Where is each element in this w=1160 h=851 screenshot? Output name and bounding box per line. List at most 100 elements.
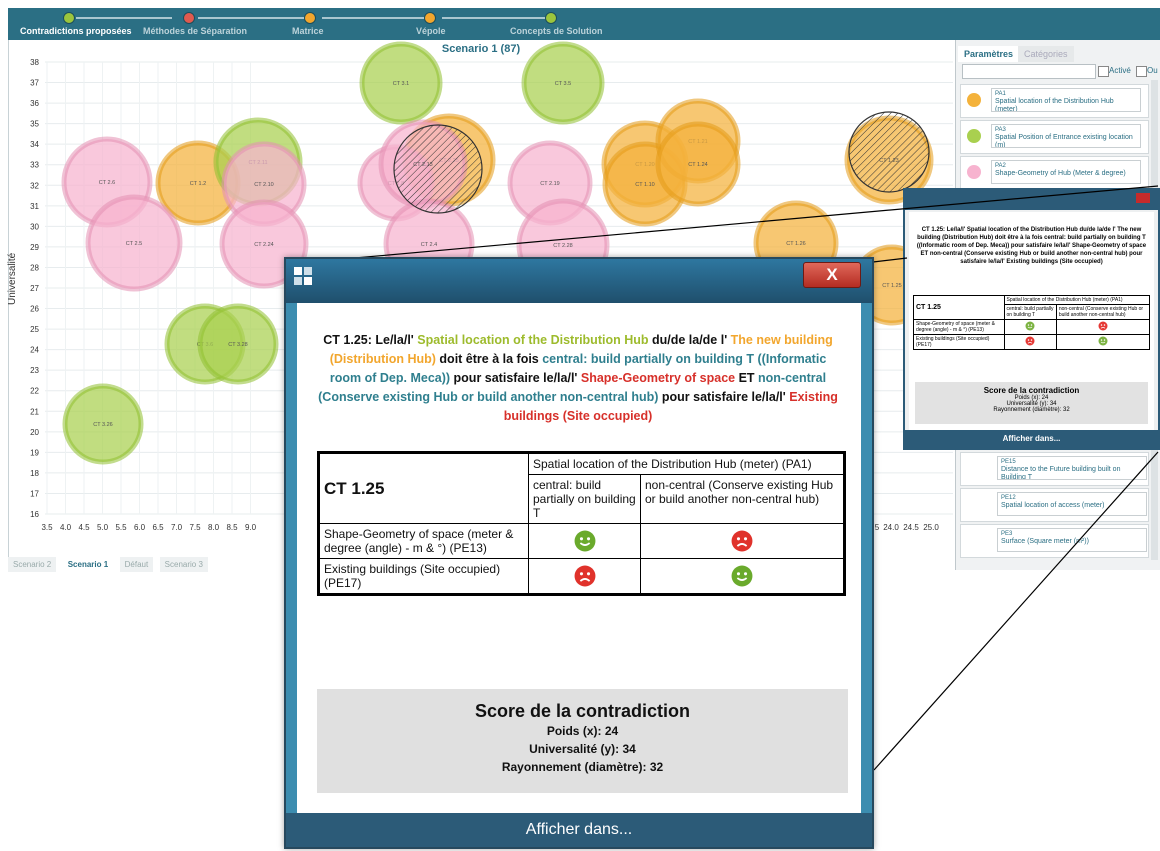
y-tick-label: 25: [30, 325, 39, 334]
bubble-label[interactable]: CT 2.10: [254, 182, 273, 188]
happy-face-icon: [528, 523, 641, 559]
step-connector: [442, 17, 546, 19]
step-contradictions[interactable]: Contradictions proposées: [20, 26, 132, 36]
or-checkbox[interactable]: [1136, 66, 1147, 77]
contradiction-table: CT 1.25 Spatial location of the Distribu…: [913, 295, 1151, 350]
score-universalite: Universalité (y): 34: [529, 742, 636, 756]
param-card-pe12[interactable]: PE12 Spatial location of access (meter): [960, 488, 1149, 522]
tab-parametres[interactable]: Paramètres: [958, 46, 1020, 62]
step-concepts[interactable]: Concepts de Solution: [510, 26, 603, 36]
x-tick-label: 9.0: [245, 523, 257, 532]
x-tick-label: 24.5: [903, 523, 919, 532]
tab-defaut[interactable]: Défaut: [119, 557, 154, 572]
param-code: PA1: [995, 91, 1006, 97]
tab-scenario-1[interactable]: Scenario 1: [62, 557, 114, 572]
y-tick-label: 35: [30, 120, 39, 129]
param-box: PE15 Distance to the Future building bui…: [997, 456, 1147, 480]
step-dot-concepts[interactable]: [545, 12, 557, 24]
x-tick-label: 24.0: [883, 523, 899, 532]
show-in-button[interactable]: Afficher dans...: [905, 430, 1158, 448]
bubble-label[interactable]: CT 2.5: [126, 241, 142, 247]
y-tick-label: 29: [30, 243, 39, 252]
popup-body: CT 1.25: Le/la/l' Spatial location of th…: [909, 212, 1154, 430]
step-vepole[interactable]: Vépole: [416, 26, 446, 36]
param-text: Spatial Position of Entrance existing lo…: [995, 134, 1133, 148]
tab-categories[interactable]: Catégories: [1018, 46, 1074, 62]
y-tick-label: 32: [30, 181, 39, 190]
bubble-label[interactable]: CT 1.25: [882, 283, 901, 289]
step-dot-vepole[interactable]: [424, 12, 436, 24]
bubble-label[interactable]: CT 1.26: [786, 241, 805, 247]
happy-face-icon: [1055, 334, 1151, 350]
y-tick-label: 38: [30, 58, 39, 67]
param-code: PE12: [1001, 495, 1016, 501]
statement-segment: pour satisfaire le/la/l': [450, 371, 581, 385]
bubble-label[interactable]: CT 2.4: [421, 242, 437, 248]
happy-face-icon: [640, 558, 845, 595]
y-tick-label: 30: [30, 222, 39, 231]
sad-face-icon: [528, 558, 641, 595]
parameter-search-input[interactable]: [962, 64, 1096, 79]
bubble-label[interactable]: CT 1.10: [635, 182, 654, 188]
y-tick-label: 17: [30, 489, 39, 498]
step-dot-matrice[interactable]: [304, 12, 316, 24]
param-code: PA2: [995, 163, 1006, 169]
tab-scenario-3[interactable]: Scenario 3: [159, 557, 208, 572]
x-tick-label: 25.0: [923, 523, 939, 532]
param-color-dot: [967, 129, 981, 143]
step-dot-separation[interactable]: [183, 12, 195, 24]
x-tick-label: 4.0: [60, 523, 72, 532]
y-tick-label: 18: [30, 469, 39, 478]
bubble-label[interactable]: CT 3.28: [228, 342, 247, 348]
param-card-pa2[interactable]: PA2 Shape-Geometry of Hub (Meter & degre…: [960, 156, 1149, 190]
param-box: PE12 Spatial location of access (meter): [997, 492, 1147, 516]
param-card-pe3[interactable]: PE3 Surface (Square meter (m²)): [960, 524, 1149, 558]
bubble-label[interactable]: CT 2.19: [540, 181, 559, 187]
popup-titlebar: X: [286, 259, 872, 303]
bubble-label[interactable]: CT 2.6: [99, 180, 115, 186]
bubble-label[interactable]: CT 3.26: [93, 422, 112, 428]
statement-segment: du/de la/de l': [648, 333, 731, 347]
active-checkbox[interactable]: [1098, 66, 1109, 77]
param-color-dot: [967, 165, 981, 179]
bubble-label[interactable]: CT 3.1: [393, 81, 409, 87]
param-box: PA3 Spatial Position of Entrance existin…: [991, 124, 1141, 148]
step-dot-contradictions[interactable]: [63, 12, 75, 24]
param-card-pa3[interactable]: PA3 Spatial Position of Entrance existin…: [960, 120, 1149, 154]
statement-segment: Spatial location of the Distribution Hub: [417, 333, 649, 347]
param-card-pe15[interactable]: PE15 Distance to the Future building bui…: [960, 452, 1149, 486]
y-tick-label: 33: [30, 161, 39, 170]
scenario-tabs: Scenario 2 Scenario 1 Défaut Scenario 3: [8, 554, 210, 572]
x-tick-label: 7.0: [171, 523, 183, 532]
bubble-label[interactable]: CT 1.24: [688, 162, 707, 168]
score-box: Score de la contradiction Poids (x): 24 …: [915, 382, 1148, 424]
step-separation[interactable]: Méthodes de Séparation: [143, 26, 247, 36]
bubble-label[interactable]: CT 1.2: [190, 181, 206, 187]
score-rayonnement: Rayonnement (diamètre): 32: [501, 760, 664, 774]
bubble-label[interactable]: CT 2.28: [553, 243, 572, 249]
score-poids: Poids (x): 24: [546, 724, 619, 738]
x-tick-label: 5.5: [115, 523, 127, 532]
show-in-button[interactable]: Afficher dans...: [286, 813, 872, 847]
contradiction-popup-small: CT 1.25: Le/la/l' Spatial location of th…: [903, 188, 1160, 450]
y-tick-label: 27: [30, 284, 39, 293]
param-text: Spatial location of the Distribution Hub…: [995, 98, 1114, 112]
param-code: PE3: [1001, 531, 1013, 537]
x-tick-label: 6.5: [152, 523, 164, 532]
param-text: Distance to the Future building built on…: [1001, 466, 1121, 480]
bubble-label[interactable]: CT 2.24: [254, 242, 273, 248]
y-tick-label: 26: [30, 305, 39, 314]
bubble-label[interactable]: CT 3.5: [555, 81, 571, 87]
x-tick-label: 5: [875, 523, 880, 532]
param-box: PA2 Shape-Geometry of Hub (Meter & degre…: [991, 160, 1141, 184]
row-pe17: Existing buildings (Site occupied) (PE17…: [318, 558, 529, 595]
y-tick-label: 24: [30, 346, 39, 355]
close-button[interactable]: [1136, 193, 1150, 203]
step-matrice[interactable]: Matrice: [292, 26, 324, 36]
y-tick-label: 36: [30, 99, 39, 108]
param-card-pa1[interactable]: PA1 Spatial location of the Distribution…: [960, 84, 1149, 118]
statement-segment: Shape-Geometry of space: [580, 371, 736, 385]
tab-scenario-2[interactable]: Scenario 2: [8, 557, 57, 572]
col-non-central: non-central (Conserve existing Hub or bu…: [640, 474, 845, 524]
close-button[interactable]: X: [803, 262, 861, 288]
